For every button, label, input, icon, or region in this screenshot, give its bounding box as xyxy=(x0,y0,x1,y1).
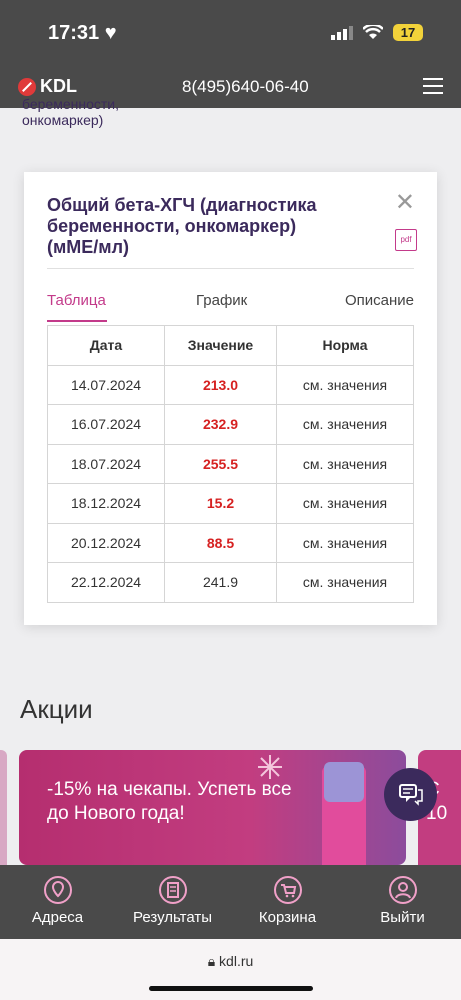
hamburger-menu-icon[interactable] xyxy=(423,78,443,96)
cart-icon xyxy=(273,876,302,904)
wifi-icon xyxy=(363,25,383,39)
cell-date: 20.12.2024 xyxy=(47,522,165,563)
pdf-download-icon[interactable]: pdf xyxy=(395,229,417,251)
table-header-row: Дата Значение Норма xyxy=(47,325,414,366)
cell-date: 14.07.2024 xyxy=(47,364,165,405)
cell-date: 16.07.2024 xyxy=(47,404,165,445)
modal-tabs: Таблица График Описание xyxy=(47,290,414,324)
results-table: Дата Значение Норма 14.07.2024 213.0 см. з… xyxy=(47,325,414,603)
heart-icon: ♥ xyxy=(104,22,117,44)
status-icons: 17 xyxy=(331,24,423,41)
promo-card-prev[interactable] xyxy=(0,750,7,865)
cellular-signal-icon xyxy=(331,25,353,40)
cell-value: 241.9 xyxy=(164,562,277,603)
chat-button[interactable] xyxy=(384,768,437,821)
test-tube-illustration xyxy=(322,762,366,865)
results-icon xyxy=(158,876,187,904)
logo-mark-icon xyxy=(18,77,36,96)
kdl-logo[interactable]: KDL xyxy=(18,76,77,97)
nav-cart[interactable]: Корзина xyxy=(230,865,345,939)
cell-norm: см. значения xyxy=(276,443,414,484)
column-header-norm: Норма xyxy=(276,325,414,366)
battery-icon: 17 xyxy=(393,24,423,41)
promotions-title: Акции xyxy=(20,694,93,724)
logo-text: KDL xyxy=(40,76,77,96)
tab-table[interactable]: Таблица xyxy=(47,292,106,309)
active-tab-indicator xyxy=(47,320,107,322)
nav-label: Корзина xyxy=(258,909,317,926)
status-time: 17:31 ♥ xyxy=(48,22,117,44)
bottom-nav: Адреса Результаты Корзина Выйти xyxy=(0,865,461,939)
table-row: 16.07.2024 232.9 см. значения xyxy=(47,404,414,445)
cell-norm: см. значения xyxy=(276,404,414,445)
snowflake-icon xyxy=(258,755,282,779)
cell-value: 88.5 xyxy=(164,522,277,563)
user-icon xyxy=(388,876,417,904)
nav-label: Выйти xyxy=(380,909,425,926)
column-header-value: Значение xyxy=(164,325,277,366)
cell-date: 18.07.2024 xyxy=(47,443,165,484)
nav-label: Адреса xyxy=(31,909,84,926)
divider xyxy=(47,268,414,269)
url-text: 🔒︎ kdl.ru xyxy=(207,953,254,969)
background-test-name: беременности, онкомаркер) xyxy=(22,96,120,128)
cell-value: 255.5 xyxy=(164,443,277,484)
status-bar: 17:31 ♥ 17 xyxy=(0,0,461,66)
cell-value: 15.2 xyxy=(164,483,277,524)
cell-date: 18.12.2024 xyxy=(47,483,165,524)
table-row: 14.07.2024 213.0 см. значения xyxy=(47,364,414,405)
table-row: 20.12.2024 88.5 см. значения xyxy=(47,522,414,563)
lock-icon: 🔒︎ xyxy=(207,953,216,969)
nav-label: Результаты xyxy=(133,909,212,926)
cell-norm: см. значения xyxy=(276,522,414,563)
promo-card-text: -15% на чекапы. Успеть все до Нового год… xyxy=(47,779,292,824)
tab-description[interactable]: Описание xyxy=(345,292,414,309)
nav-logout[interactable]: Выйти xyxy=(345,865,460,939)
cell-value: 232.9 xyxy=(164,404,277,445)
cell-norm: см. значения xyxy=(276,483,414,524)
chat-icon xyxy=(398,783,423,806)
table-row: 18.07.2024 255.5 см. значения xyxy=(47,443,414,484)
results-modal: Общий бета-ХГЧ (диагностика беременности… xyxy=(24,172,437,625)
modal-title: Общий бета-ХГЧ (диагностика беременности… xyxy=(47,195,317,257)
nav-addresses[interactable]: Адреса xyxy=(0,865,115,939)
cell-norm: см. значения xyxy=(276,562,414,603)
column-header-date: Дата xyxy=(47,325,165,366)
table-row: 18.12.2024 15.2 см. значения xyxy=(47,483,414,524)
cell-value: 213.0 xyxy=(164,364,277,405)
cell-date: 22.12.2024 xyxy=(47,562,165,603)
tab-chart[interactable]: График xyxy=(196,292,247,309)
home-indicator xyxy=(149,986,313,991)
table-row: 22.12.2024 241.9 см. значения xyxy=(47,562,414,603)
address-icon xyxy=(43,876,72,904)
phone-link[interactable]: 8(495)640-06-40 xyxy=(182,77,309,97)
cell-norm: см. значения xyxy=(276,364,414,405)
nav-results[interactable]: Результаты xyxy=(115,865,230,939)
close-icon[interactable]: ✕ xyxy=(395,191,415,215)
promo-card[interactable]: -15% на чекапы. Успеть все до Нового год… xyxy=(19,750,406,865)
